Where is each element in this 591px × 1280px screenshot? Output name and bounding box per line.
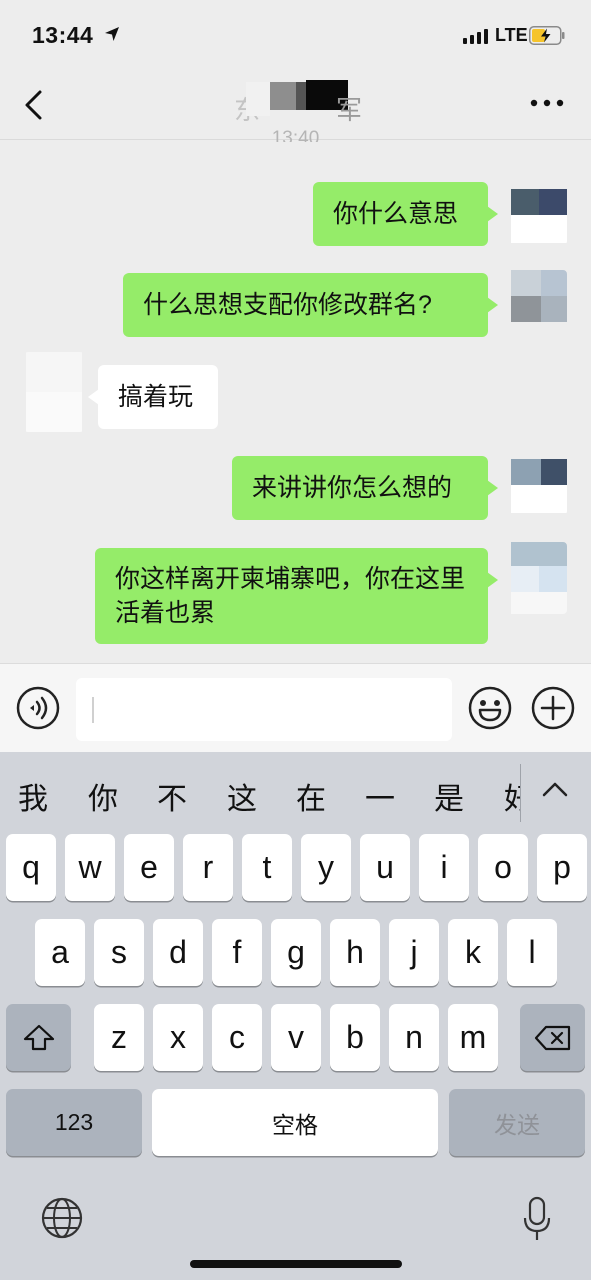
more-options-icon[interactable] xyxy=(530,98,564,108)
key-w[interactable]: w xyxy=(65,834,115,901)
avatar[interactable] xyxy=(24,352,84,432)
avatar[interactable] xyxy=(507,455,567,515)
key-d[interactable]: d xyxy=(153,919,203,986)
key-g[interactable]: g xyxy=(271,919,321,986)
message-text: 搞着玩 xyxy=(118,383,194,411)
message-bubble-outgoing[interactable]: 什么思想支配你修改群名? xyxy=(123,273,498,337)
key-y[interactable]: y xyxy=(301,834,351,901)
candidate-bar: 我 你 不 这 在 一 是 好 xyxy=(0,752,591,832)
key-z[interactable]: z xyxy=(94,1004,144,1071)
key-a[interactable]: a xyxy=(35,919,85,986)
key-t[interactable]: t xyxy=(242,834,292,901)
avatar[interactable] xyxy=(507,185,567,245)
key-n[interactable]: n xyxy=(389,1004,439,1071)
space-key[interactable]: 空格 xyxy=(152,1089,438,1156)
text-caret xyxy=(92,697,94,723)
candidate-word[interactable]: 我 xyxy=(18,774,48,818)
add-more-icon[interactable] xyxy=(531,686,575,730)
message-input[interactable] xyxy=(76,678,452,741)
message-text: 什么思想支配你修改群名? xyxy=(143,291,432,319)
shift-arrow-icon xyxy=(23,1024,54,1050)
candidate-divider xyxy=(520,764,521,822)
status-bar: 13:44 LTE xyxy=(0,0,591,70)
key-s[interactable]: s xyxy=(94,919,144,986)
battery-charging-icon xyxy=(529,26,565,45)
message-bubble-outgoing[interactable]: 你什么意思 xyxy=(313,182,498,246)
key-k[interactable]: k xyxy=(448,919,498,986)
home-indicator xyxy=(190,1260,402,1268)
time-separator: 13:40 xyxy=(271,128,320,142)
avatar[interactable] xyxy=(507,542,567,614)
message-bubble-outgoing[interactable]: 来讲讲你怎么想的 xyxy=(232,456,498,520)
chat-title-end: 军 xyxy=(336,95,363,125)
key-i[interactable]: i xyxy=(419,834,469,901)
key-p[interactable]: p xyxy=(537,834,587,901)
key-v[interactable]: v xyxy=(271,1004,321,1071)
key-x[interactable]: x xyxy=(153,1004,203,1071)
message-bubble-outgoing[interactable]: 你这样离开柬埔寨吧，你在这里活着也累 xyxy=(95,548,498,644)
microphone-icon[interactable] xyxy=(522,1196,552,1242)
keyboard: 我 你 不 这 在 一 是 好 qwertyuiop asdfghjkl zxc… xyxy=(0,752,591,1280)
candidate-word[interactable]: 一 xyxy=(365,774,395,818)
candidate-word[interactable]: 好 xyxy=(504,774,520,818)
message-bubble-incoming[interactable]: 搞着玩 xyxy=(88,365,218,429)
backspace-icon xyxy=(534,1025,570,1050)
key-r[interactable]: r xyxy=(183,834,233,901)
status-time: 13:44 xyxy=(32,22,94,48)
key-c[interactable]: c xyxy=(212,1004,262,1071)
key-h[interactable]: h xyxy=(330,919,380,986)
avatar[interactable] xyxy=(507,270,567,330)
candidate-word[interactable]: 是 xyxy=(434,774,464,818)
candidate-word[interactable]: 你 xyxy=(88,774,118,818)
key-o[interactable]: o xyxy=(478,834,528,901)
message-text: 你这样离开柬埔寨吧，你在这里活着也累 xyxy=(115,565,466,627)
key-b[interactable]: b xyxy=(330,1004,380,1071)
back-arrow-icon[interactable] xyxy=(22,88,46,122)
numbers-key[interactable]: 123 xyxy=(6,1089,142,1156)
voice-input-icon[interactable] xyxy=(16,686,60,730)
message-text: 你什么意思 xyxy=(333,200,459,228)
delete-key[interactable] xyxy=(520,1004,585,1071)
key-j[interactable]: j xyxy=(389,919,439,986)
message-text: 来讲讲你怎么想的 xyxy=(252,474,453,502)
chevron-up-icon[interactable] xyxy=(540,778,570,800)
shift-key[interactable] xyxy=(6,1004,71,1071)
key-m[interactable]: m xyxy=(448,1004,498,1071)
key-q[interactable]: q xyxy=(6,834,56,901)
signal-icon xyxy=(463,28,488,44)
candidate-word[interactable]: 这 xyxy=(227,774,257,818)
candidate-word[interactable]: 在 xyxy=(296,774,326,818)
network-type: LTE xyxy=(495,25,528,45)
candidate-word[interactable]: 不 xyxy=(157,774,187,818)
key-e[interactable]: e xyxy=(124,834,174,901)
location-arrow-icon xyxy=(105,27,119,41)
chat-title-redacted: 东 军 xyxy=(232,78,362,125)
globe-icon[interactable] xyxy=(40,1196,84,1240)
send-key[interactable]: 发送 xyxy=(449,1089,585,1156)
emoji-icon[interactable] xyxy=(468,686,512,730)
input-bar xyxy=(0,663,591,752)
key-l[interactable]: l xyxy=(507,919,557,986)
key-f[interactable]: f xyxy=(212,919,262,986)
key-u[interactable]: u xyxy=(360,834,410,901)
